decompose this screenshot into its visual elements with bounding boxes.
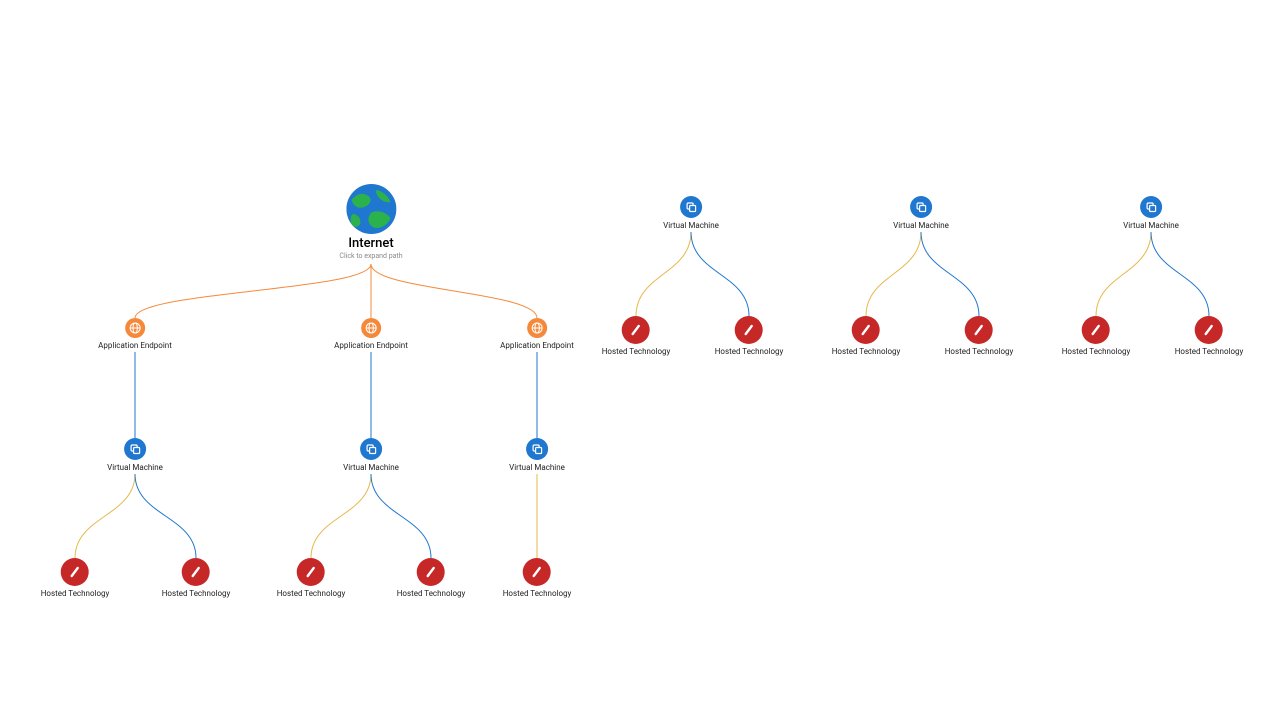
edge [75, 474, 135, 558]
hosted-tech-label: Hosted Technology [1062, 347, 1131, 357]
edge [691, 232, 749, 316]
hosted-technology-node[interactable]: Hosted Technology [503, 558, 572, 599]
vm-label: Virtual Machine [1123, 221, 1179, 231]
edge [866, 232, 921, 316]
hosted-technology-node[interactable]: Hosted Technology [945, 316, 1014, 357]
virtual-machine-node[interactable]: Virtual Machine [107, 438, 163, 473]
slash-icon [1082, 316, 1110, 344]
virtual-machine-node[interactable]: Virtual Machine [663, 196, 719, 231]
edge [135, 474, 196, 558]
slash-icon [297, 558, 325, 586]
hosted-technology-node[interactable]: Hosted Technology [162, 558, 231, 599]
slash-icon [523, 558, 551, 586]
edge [636, 232, 691, 316]
app-endpoint-label: Application Endpoint [98, 341, 172, 351]
edge [371, 474, 431, 558]
slash-icon [735, 316, 763, 344]
copy-icon [124, 438, 146, 460]
slash-icon [965, 316, 993, 344]
edge [371, 264, 537, 318]
hosted-tech-label: Hosted Technology [715, 347, 784, 357]
virtual-machine-node[interactable]: Virtual Machine [1123, 196, 1179, 231]
internet-node[interactable]: Internet Click to expand path [339, 184, 402, 260]
slash-icon [852, 316, 880, 344]
app-endpoint-node[interactable]: Application Endpoint [334, 318, 408, 351]
hosted-tech-label: Hosted Technology [162, 589, 231, 599]
virtual-machine-node[interactable]: Virtual Machine [343, 438, 399, 473]
hosted-tech-label: Hosted Technology [41, 589, 110, 599]
globe-icon [346, 184, 396, 234]
copy-icon [526, 438, 548, 460]
copy-icon [910, 196, 932, 218]
hosted-tech-label: Hosted Technology [945, 347, 1014, 357]
hosted-tech-label: Hosted Technology [277, 589, 346, 599]
hosted-technology-node[interactable]: Hosted Technology [602, 316, 671, 357]
copy-icon [1140, 196, 1162, 218]
hosted-technology-node[interactable]: Hosted Technology [277, 558, 346, 599]
app-endpoint-node[interactable]: Application Endpoint [98, 318, 172, 351]
internet-label: Internet [339, 236, 402, 252]
edge [1151, 232, 1209, 316]
virtual-machine-node[interactable]: Virtual Machine [893, 196, 949, 231]
hosted-technology-node[interactable]: Hosted Technology [1175, 316, 1244, 357]
copy-icon [360, 438, 382, 460]
vm-label: Virtual Machine [663, 221, 719, 231]
app-endpoint-label: Application Endpoint [334, 341, 408, 351]
edge [311, 474, 371, 558]
hosted-tech-label: Hosted Technology [397, 589, 466, 599]
vm-label: Virtual Machine [509, 463, 565, 473]
slash-icon [1195, 316, 1223, 344]
globe-outline-icon [361, 318, 381, 338]
hosted-tech-label: Hosted Technology [503, 589, 572, 599]
copy-icon [680, 196, 702, 218]
virtual-machine-node[interactable]: Virtual Machine [509, 438, 565, 473]
slash-icon [61, 558, 89, 586]
edge [921, 232, 979, 316]
hosted-tech-label: Hosted Technology [602, 347, 671, 357]
diagram-edges [0, 0, 1280, 720]
edge [135, 264, 371, 318]
globe-outline-icon [527, 318, 547, 338]
app-endpoint-label: Application Endpoint [500, 341, 574, 351]
hosted-technology-node[interactable]: Hosted Technology [41, 558, 110, 599]
hosted-technology-node[interactable]: Hosted Technology [832, 316, 901, 357]
internet-sublabel: Click to expand path [339, 252, 402, 260]
globe-outline-icon [125, 318, 145, 338]
vm-label: Virtual Machine [893, 221, 949, 231]
app-endpoint-node[interactable]: Application Endpoint [500, 318, 574, 351]
slash-icon [417, 558, 445, 586]
vm-label: Virtual Machine [107, 463, 163, 473]
hosted-technology-node[interactable]: Hosted Technology [715, 316, 784, 357]
slash-icon [622, 316, 650, 344]
vm-label: Virtual Machine [343, 463, 399, 473]
hosted-technology-node[interactable]: Hosted Technology [397, 558, 466, 599]
hosted-technology-node[interactable]: Hosted Technology [1062, 316, 1131, 357]
hosted-tech-label: Hosted Technology [1175, 347, 1244, 357]
slash-icon [182, 558, 210, 586]
edge [1096, 232, 1151, 316]
hosted-tech-label: Hosted Technology [832, 347, 901, 357]
